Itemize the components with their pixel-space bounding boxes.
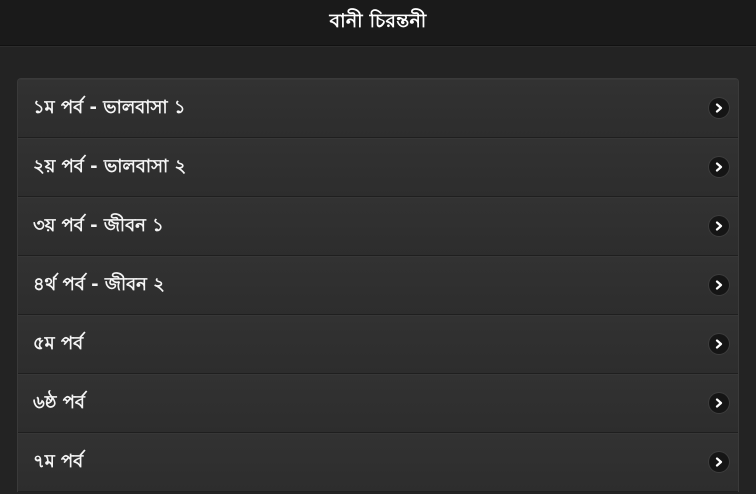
list-item-label: ৭ম পর্ব bbox=[33, 450, 84, 472]
chevron-right-icon bbox=[709, 216, 729, 236]
app-header: বানী চিরন্তনী bbox=[0, 0, 756, 46]
list-item-label: ৬ষ্ঠ পর্ব bbox=[33, 391, 85, 413]
page-title: বানী চিরন্তনী bbox=[329, 9, 427, 32]
chapter-list: ১ম পর্ব - ভালবাসা ১ ২য় পর্ব - ভালবাসা ২… bbox=[17, 78, 739, 492]
chevron-right-icon bbox=[709, 452, 729, 472]
list-item-chapter-4[interactable]: ৪র্থ পর্ব - জীবন ২ bbox=[18, 256, 738, 315]
list-item-label: ১ম পর্ব - ভালবাসা ১ bbox=[33, 96, 186, 118]
list-item-label: ৪র্থ পর্ব - জীবন ২ bbox=[33, 273, 165, 295]
list-item-chapter-2[interactable]: ২য় পর্ব - ভালবাসা ২ bbox=[18, 138, 738, 197]
list-item-chapter-3[interactable]: ৩য় পর্ব - জীবন ১ bbox=[18, 197, 738, 256]
list-item-chapter-6[interactable]: ৬ষ্ঠ পর্ব bbox=[18, 374, 738, 433]
list-item-chapter-7[interactable]: ৭ম পর্ব bbox=[18, 433, 738, 492]
main-content: ১ম পর্ব - ভালবাসা ১ ২য় পর্ব - ভালবাসা ২… bbox=[0, 46, 756, 492]
list-item-label: ২য় পর্ব - ভালবাসা ২ bbox=[33, 155, 187, 177]
chevron-right-icon bbox=[709, 157, 729, 177]
list-item-chapter-5[interactable]: ৫ম পর্ব bbox=[18, 315, 738, 374]
list-item-chapter-1[interactable]: ১ম পর্ব - ভালবাসা ১ bbox=[18, 79, 738, 138]
chevron-right-icon bbox=[709, 98, 729, 118]
list-item-label: ৩য় পর্ব - জীবন ১ bbox=[33, 214, 164, 236]
list-item-label: ৫ম পর্ব bbox=[33, 332, 84, 354]
chevron-right-icon bbox=[709, 334, 729, 354]
chevron-right-icon bbox=[709, 393, 729, 413]
chevron-right-icon bbox=[709, 275, 729, 295]
